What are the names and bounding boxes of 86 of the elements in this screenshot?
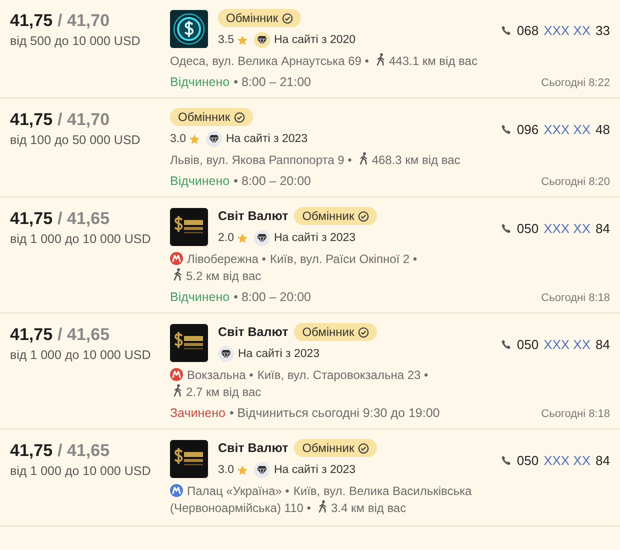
opening-hours: • 8:00 – 20:00: [234, 174, 311, 188]
distance: 2.7 км від вас: [186, 385, 262, 399]
phone-link[interactable]: 096 XXX XX 48: [500, 122, 610, 137]
dollar-logo: [170, 10, 208, 48]
updated-time: Сьогодні 8:20: [541, 176, 610, 188]
walking-person-icon: [358, 152, 369, 165]
exchange-logo: [170, 440, 208, 478]
distance: 5.2 км від вас: [186, 269, 262, 283]
buy-rate: 41,75: [10, 441, 53, 461]
check-circle-icon: [234, 112, 246, 122]
opening-hours: • 8:00 – 21:00: [234, 75, 311, 89]
star-icon: [237, 34, 248, 46]
metro-station: Палац «Україна» •: [187, 483, 290, 500]
address: Київ, вул. Велика Васильківська: [293, 483, 472, 500]
opening-status: Зачинено: [170, 406, 226, 420]
opening-hours: • 8:00 – 20:00: [234, 290, 311, 304]
exchange-logo: [170, 208, 208, 246]
check-circle-icon: [358, 210, 370, 222]
phone-icon: [500, 124, 512, 135]
walking-person-icon: [173, 384, 183, 397]
on-site-since: На сайті з 2023: [226, 133, 308, 145]
exchange-logo: [170, 324, 208, 362]
sell-rate: / 41,70: [58, 110, 110, 130]
on-site-since: На сайті з 2020: [274, 34, 356, 46]
phone-link[interactable]: 050 XXX XX 84: [500, 453, 610, 468]
buy-rate: 41,75: [10, 11, 53, 31]
distance: 3.4 км від вас: [330, 501, 406, 515]
updated-time: Сьогодні 8:18: [541, 292, 610, 304]
distance: 443.1 км від вас: [388, 54, 478, 68]
opening-status: Відчинено: [170, 290, 230, 304]
exchanger-type-badge: Обмінник: [294, 323, 378, 341]
opening-status: Відчинено: [170, 75, 230, 89]
check-circle-icon: [358, 326, 370, 338]
phone-link[interactable]: 068 XXX XX 33: [500, 23, 610, 38]
amount-range: від 100 до 50 000 USD: [10, 133, 142, 147]
phone-icon: [500, 223, 512, 234]
updated-time: Сьогодні 8:18: [541, 408, 610, 420]
star-icon: [237, 464, 248, 476]
check-circle-icon: [282, 12, 294, 24]
buy-rate: 41,75: [10, 325, 53, 345]
address: Київ, вул. Старовокзальна 23 •: [257, 367, 428, 384]
exchanger-name: Світ Валют: [218, 209, 288, 223]
address: Київ, вул. Раїси Окіпної 2 •: [270, 251, 418, 268]
exchanger-type-badge: Обмінник: [294, 207, 378, 225]
sell-rate: / 41,65: [58, 441, 110, 461]
opening-hours: • Відчиниться сьогодні 9:30 до 19:00: [229, 406, 440, 420]
phone-icon: [500, 25, 512, 36]
exchanger-type-badge: Обмінник: [218, 9, 302, 27]
exchanger-name: Світ Валют: [218, 441, 288, 455]
address: Львів, вул. Якова Раппопорта 9 •: [170, 152, 352, 169]
amount-range: від 1 000 до 10 000 USD: [10, 232, 152, 246]
amount-range: від 1 000 до 10 000 USD: [10, 348, 152, 362]
metro-station: Вокзальна •: [187, 367, 254, 384]
rating: 3.0: [170, 133, 186, 145]
check-circle-icon: [358, 442, 370, 454]
exchanger-type-badge: Обмінник: [294, 439, 378, 457]
walking-person-icon: [318, 500, 328, 513]
rating: 3.5: [218, 34, 234, 46]
buy-rate: 41,75: [10, 209, 53, 229]
amount-range: від 1 000 до 10 000 USD: [10, 464, 152, 478]
metro-station: Лівобережна •: [187, 251, 266, 268]
on-site-since: На сайті з 2023: [274, 232, 356, 244]
phone-link[interactable]: 050 XXX XX 84: [500, 221, 610, 236]
on-site-since: На сайті з 2023: [274, 464, 356, 476]
address: (Червоноармійська) 110 •: [170, 500, 311, 517]
distance: 468.3 км від вас: [372, 153, 460, 167]
rating: 3.0: [218, 464, 234, 476]
exchanger-type-badge: Обмінник: [170, 108, 254, 126]
updated-time: Сьогодні 8:22: [541, 77, 610, 89]
walking-person-icon: [376, 53, 386, 66]
sell-rate: / 41,65: [58, 325, 110, 345]
walking-person-icon: [173, 268, 183, 281]
on-site-since: На сайті з 2023: [238, 348, 320, 360]
phone-link[interactable]: 050 XXX XX 84: [500, 337, 610, 352]
star-icon: [189, 134, 200, 144]
opening-status: Відчинено: [170, 174, 230, 188]
sell-rate: / 41,65: [58, 209, 110, 229]
sell-rate: / 41,70: [58, 11, 110, 31]
amount-range: від 500 до 10 000 USD: [10, 34, 142, 48]
phone-icon: [500, 455, 512, 466]
buy-rate: 41,75: [10, 110, 53, 130]
phone-icon: [500, 339, 512, 350]
rating: 2.0: [218, 232, 234, 244]
address: Одеса, вул. Велика Арнаутська 69 •: [170, 53, 369, 70]
star-icon: [237, 232, 248, 244]
exchanger-name: Світ Валют: [218, 325, 288, 339]
